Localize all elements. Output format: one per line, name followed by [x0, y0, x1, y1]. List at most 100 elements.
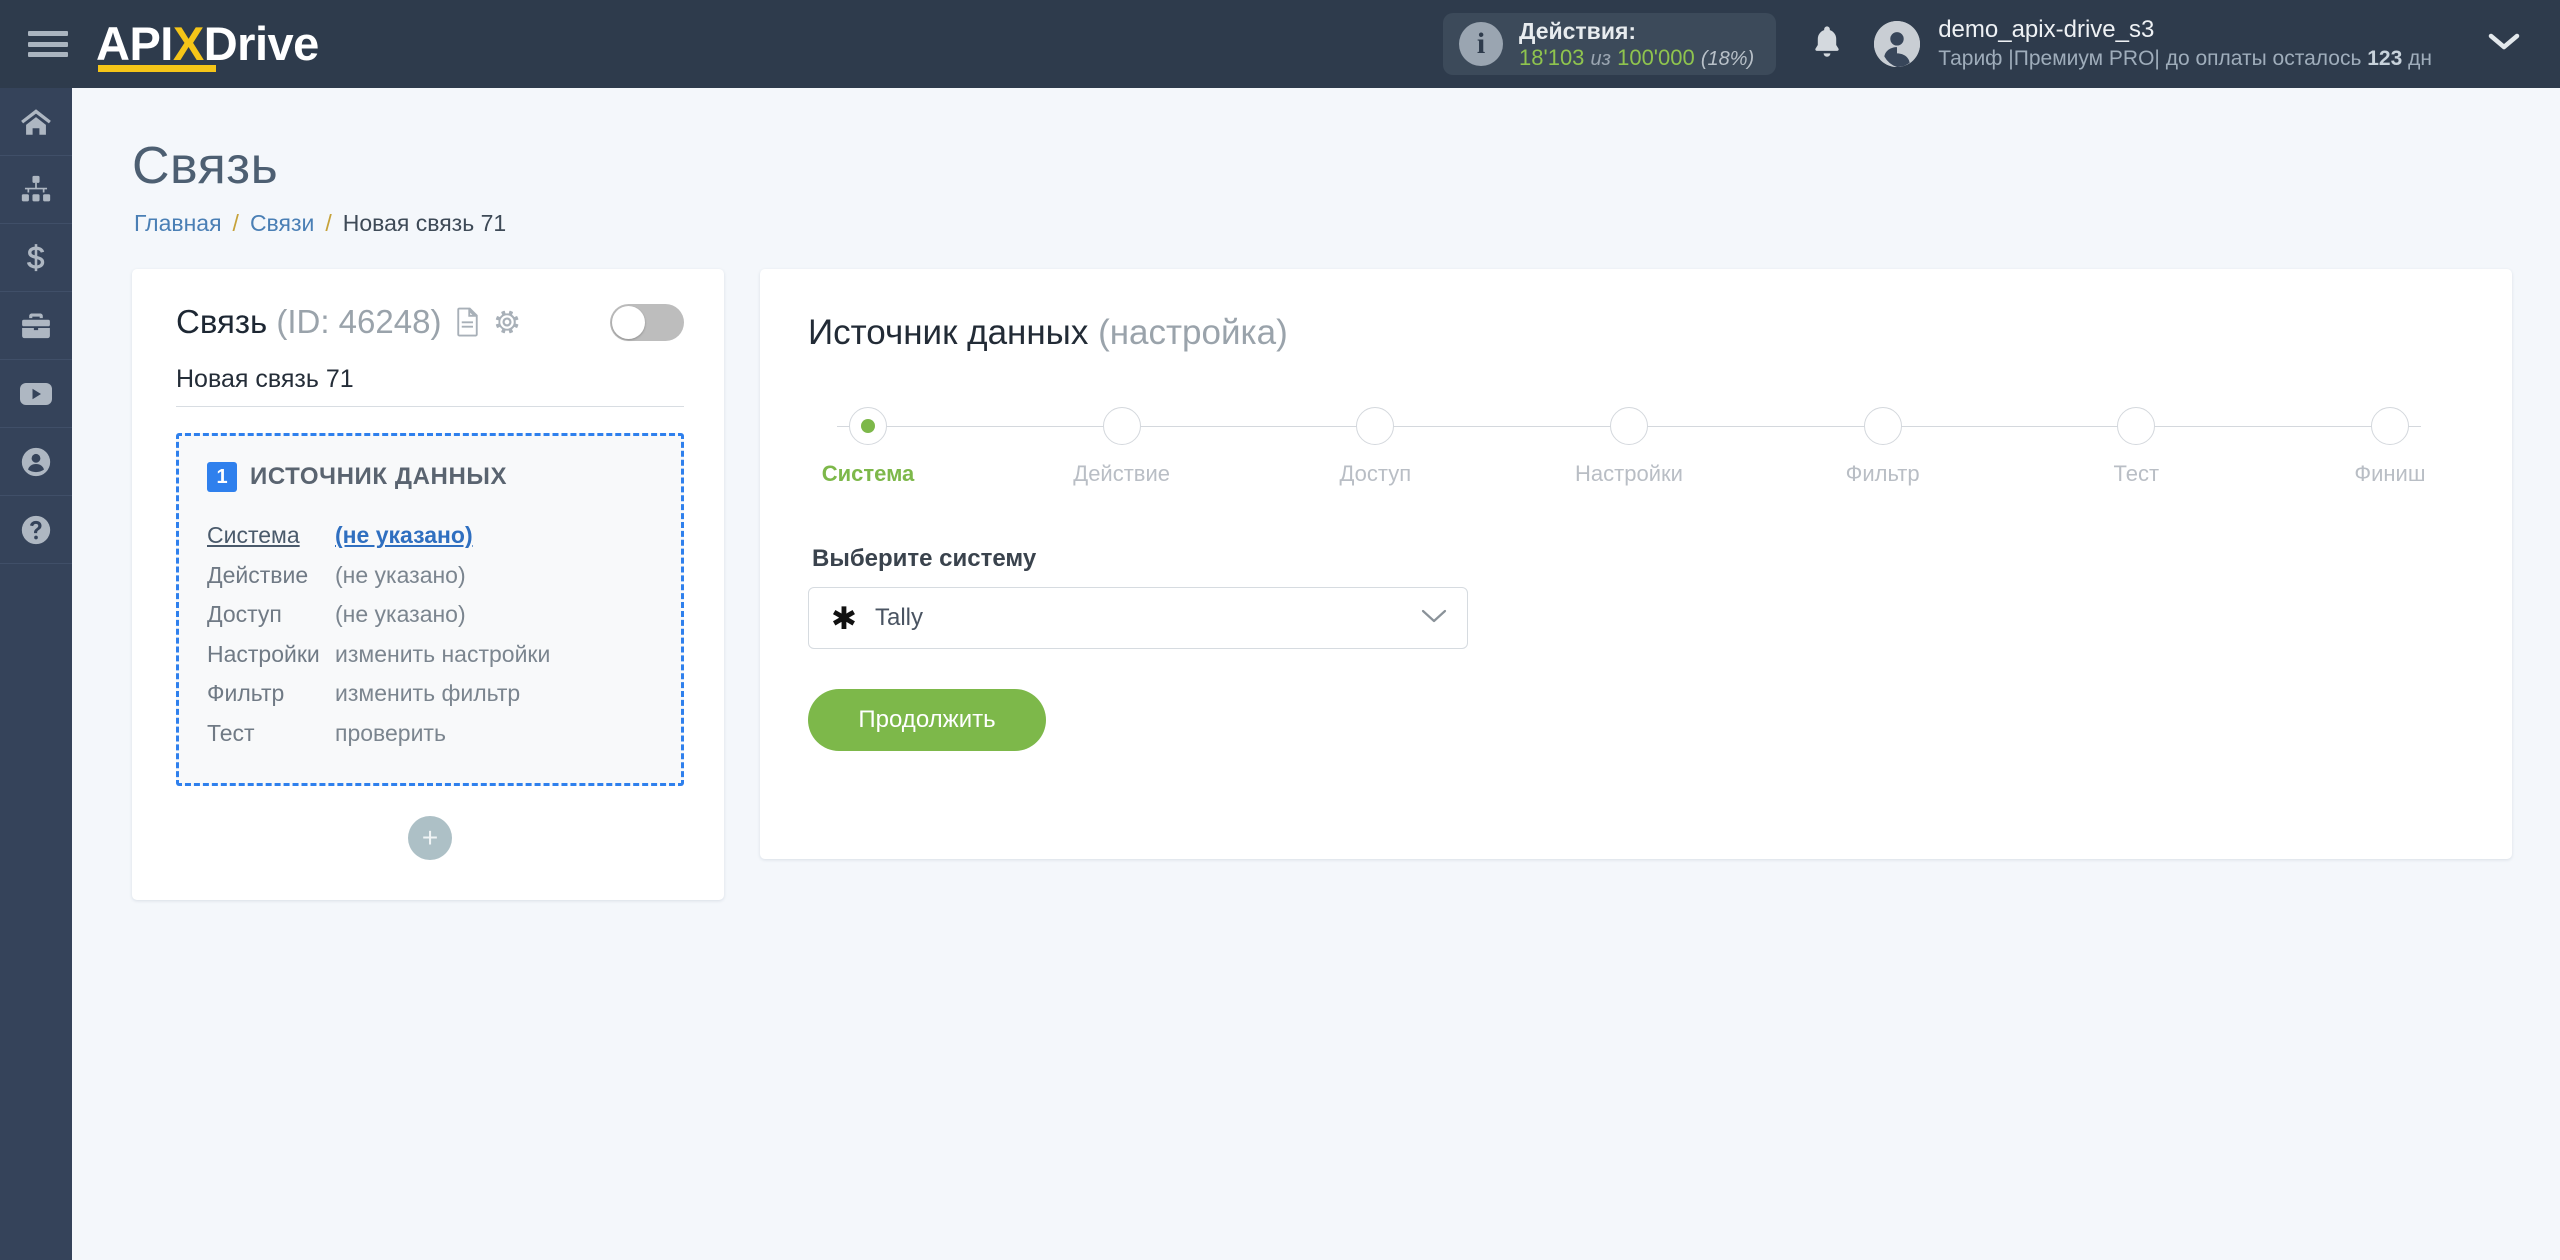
connection-header: Связь (ID: 46248): [176, 303, 684, 341]
toggle-knob: [612, 305, 645, 339]
chevron-down-icon: [1421, 608, 1447, 629]
panel-title-text: Источник данных: [808, 313, 1089, 352]
breadcrumb-home[interactable]: Главная: [134, 210, 222, 237]
briefcase-icon: [22, 313, 50, 338]
burger-line: [28, 41, 68, 47]
sidebar-item-help[interactable]: [0, 496, 72, 564]
step-number-badge: 1: [207, 462, 237, 492]
add-block-button[interactable]: +: [408, 816, 452, 861]
actions-of: из: [1590, 47, 1611, 70]
property-value: проверить: [335, 719, 446, 746]
step-test[interactable]: Тест: [2086, 407, 2186, 487]
step-dot: [2117, 407, 2156, 445]
breadcrumb-connections[interactable]: Связи: [250, 210, 314, 237]
actions-quota-widget[interactable]: i Действия: 18'103 из 100'000 (18%): [1443, 13, 1777, 75]
breadcrumb-separator: /: [325, 210, 332, 236]
menu-toggle-icon[interactable]: [26, 27, 70, 61]
property-row-system: Система (не указано): [207, 516, 653, 556]
notifications-bell-icon[interactable]: [1810, 23, 1844, 66]
sidebar-item-billing[interactable]: [0, 224, 72, 292]
top-bar: APIXDrive i Действия: 18'103 из 100'000 …: [0, 0, 2560, 88]
page-title: Связь: [132, 137, 279, 195]
help-icon: [21, 515, 51, 544]
connection-enable-toggle[interactable]: [610, 303, 684, 341]
user-info[interactable]: demo_apix-drive_s3 Тариф |Премиум PRO| д…: [1938, 15, 2432, 73]
account-icon: [21, 447, 51, 476]
dollar-icon: [26, 243, 45, 271]
step-dot: [2370, 407, 2409, 445]
property-key: Тест: [207, 719, 255, 746]
step-label: Тест: [2113, 461, 2160, 486]
actions-values: 18'103 из 100'000 (18%): [1519, 45, 1754, 72]
step-settings[interactable]: Настройки: [1575, 407, 1683, 487]
tariff-suffix: | до оплаты осталось: [2154, 46, 2362, 70]
top-bar-right: i Действия: 18'103 из 100'000 (18%) demo…: [1443, 0, 2560, 88]
property-key: Действие: [207, 561, 309, 588]
step-finish[interactable]: Финиш: [2340, 407, 2440, 487]
youtube-icon: [20, 382, 52, 405]
logo-underline: [98, 65, 216, 72]
avatar[interactable]: [1874, 21, 1921, 67]
system-select[interactable]: ✱ Tally: [808, 587, 1468, 649]
document-icon[interactable]: [455, 307, 481, 337]
logo-x: X: [172, 17, 204, 70]
step-dot: [1609, 407, 1648, 445]
panel-title: Источник данных (настройка): [808, 313, 2456, 353]
step-access[interactable]: Доступ: [1325, 407, 1425, 487]
step-dot: [1102, 407, 1141, 445]
step-label: Доступ: [1339, 461, 1412, 486]
sidebar-item-account[interactable]: [0, 428, 72, 496]
user-tariff: Тариф |Премиум PRO| до оплаты осталось 1…: [1938, 46, 2432, 73]
continue-button[interactable]: Продолжить: [808, 689, 1046, 751]
sidebar-item-youtube[interactable]: [0, 360, 72, 428]
data-source-properties: Система (не указано) Действие (не указан…: [207, 516, 653, 753]
step-action[interactable]: Действие: [1072, 407, 1172, 487]
property-row-filter: Фильтр изменить фильтр: [207, 674, 653, 714]
step-system[interactable]: Система: [818, 407, 918, 487]
step-dot: [1863, 407, 1902, 445]
setup-stepper: Система Действие Доступ Настройки Фильтр…: [818, 407, 2440, 493]
property-row-settings: Настройки изменить настройки: [207, 635, 653, 675]
step-label: Фильтр: [1845, 461, 1920, 486]
left-sidebar: [0, 88, 72, 1260]
system-select-value: Tally: [874, 604, 923, 631]
tariff-prefix: Тариф |: [1938, 46, 2014, 70]
tally-asterisk-icon: ✱: [831, 600, 857, 636]
page-content: Связь Главная / Связи / Новая связь 71 С…: [72, 88, 2560, 1260]
property-row-test: Тест проверить: [207, 714, 653, 754]
panel-title-suffix: (настройка): [1098, 313, 1288, 352]
property-row-action: Действие (не указано): [207, 556, 653, 596]
step-label: Настройки: [1575, 461, 1683, 486]
apix-drive-logo[interactable]: APIXDrive: [96, 14, 319, 74]
account-menu-chevron-down-icon[interactable]: [2488, 32, 2520, 57]
tariff-name: Премиум PRO: [2013, 46, 2155, 70]
data-source-header: 1 ИСТОЧНИК ДАННЫХ: [207, 462, 653, 492]
step-filter[interactable]: Фильтр: [1833, 407, 1933, 487]
sidebar-item-connections[interactable]: [0, 156, 72, 224]
breadcrumb: Главная / Связи / Новая связь 71: [134, 210, 2560, 237]
sidebar-item-business[interactable]: [0, 292, 72, 360]
select-system-label: Выберите систему: [812, 545, 1037, 572]
actions-label: Действия:: [1519, 17, 1637, 44]
stepper-steps: Система Действие Доступ Настройки Фильтр…: [818, 407, 2440, 487]
connection-card: Связь (ID: 46248) Новая связь 71 1 ИСТОЧ…: [132, 269, 724, 901]
property-value[interactable]: (не указано): [335, 516, 473, 556]
content-columns: Связь (ID: 46248) Новая связь 71 1 ИСТОЧ…: [132, 269, 2560, 901]
logo-api: API: [96, 17, 173, 70]
gear-icon[interactable]: [493, 308, 521, 336]
data-source-block[interactable]: 1 ИСТОЧНИК ДАННЫХ Система (не указано) Д…: [176, 433, 684, 787]
connection-name[interactable]: Новая связь 71: [176, 365, 684, 407]
step-label: Финиш: [2354, 461, 2426, 486]
home-icon: [21, 108, 51, 135]
property-value: изменить фильтр: [335, 680, 521, 707]
step-dot: [1356, 407, 1395, 445]
property-key: Настройки: [207, 640, 320, 667]
property-key: Система: [207, 522, 300, 548]
setup-panel: Источник данных (настройка) Система Дейс…: [760, 269, 2512, 859]
add-block-row: +: [176, 816, 684, 861]
actions-used: 18'103: [1519, 44, 1585, 70]
step-dot: [849, 407, 887, 445]
actions-percent: (18%): [1700, 47, 1755, 70]
property-key: Фильтр: [207, 680, 285, 707]
sidebar-item-home[interactable]: [0, 88, 72, 156]
